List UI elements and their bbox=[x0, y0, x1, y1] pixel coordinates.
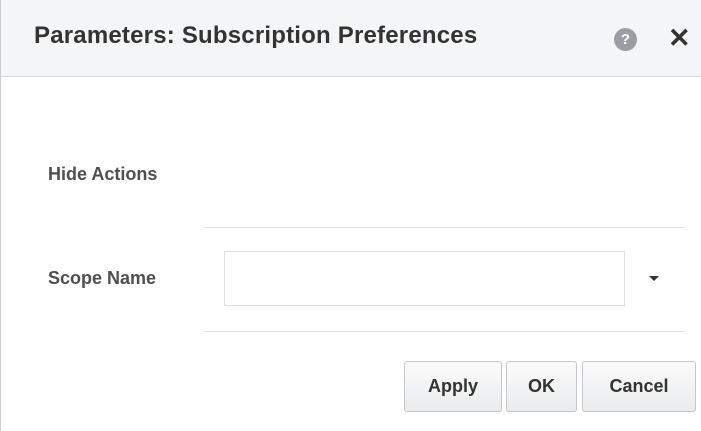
divider bbox=[204, 227, 685, 228]
ok-button[interactable]: OK bbox=[506, 361, 577, 412]
help-icon[interactable]: ? bbox=[614, 28, 637, 51]
apply-button[interactable]: Apply bbox=[404, 361, 502, 412]
parameters-dialog: Parameters: Subscription Preferences ? ✕… bbox=[0, 0, 701, 431]
cancel-button[interactable]: Cancel bbox=[582, 361, 696, 412]
hide-actions-label: Hide Actions bbox=[48, 164, 158, 184]
dialog-title: Parameters: Subscription Preferences bbox=[34, 22, 478, 49]
close-icon[interactable]: ✕ bbox=[668, 24, 691, 52]
dialog-title-bar: Parameters: Subscription Preferences ? ✕ bbox=[1, 0, 701, 77]
chevron-down-icon bbox=[649, 276, 659, 281]
scope-name-label: Scope Name bbox=[48, 268, 157, 288]
scope-name-input[interactable] bbox=[224, 251, 625, 306]
divider bbox=[204, 331, 685, 332]
scope-name-dropdown-button[interactable] bbox=[641, 266, 667, 292]
